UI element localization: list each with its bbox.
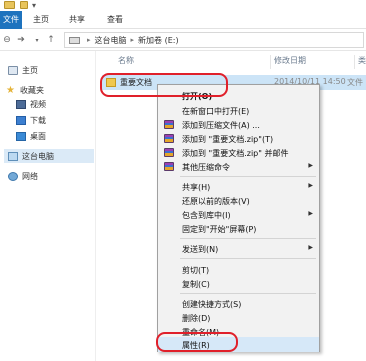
archive-icon xyxy=(164,134,174,143)
quick-access-dropdown-icon[interactable]: ▾ xyxy=(32,0,36,10)
context-menu: 打开(O) 在新窗口中打开(E) 添加到压缩文件(A) ... 添加到 "重要文… xyxy=(157,84,320,352)
menu-item-label: 固定到"开始"屏幕(P) xyxy=(182,225,257,234)
column-divider[interactable] xyxy=(354,55,355,69)
download-icon xyxy=(16,115,26,125)
menu-item-label: 包含到库中(I) xyxy=(182,211,231,220)
desktop-icon xyxy=(16,131,26,141)
menu-item-create-shortcut[interactable]: 创建快捷方式(S) xyxy=(158,296,319,311)
menu-item-label: 共享(H) xyxy=(182,183,211,192)
menu-separator xyxy=(180,258,316,259)
network-icon xyxy=(8,171,18,181)
column-divider[interactable] xyxy=(270,55,271,69)
nav-item-label: 下载 xyxy=(30,115,46,125)
archive-icon xyxy=(164,162,174,171)
nav-item-videos[interactable]: 视频 xyxy=(16,97,46,111)
address-bar[interactable]: ▸ 这台电脑 ▸ 新加卷 (E:) xyxy=(64,32,364,48)
menu-separator xyxy=(180,176,316,177)
ribbon: 文件 主页 共享 查看 xyxy=(0,11,366,29)
column-header-type[interactable]: 类型 xyxy=(358,51,366,85)
menu-item-open-new-window[interactable]: 在新窗口中打开(E) xyxy=(158,103,319,118)
recent-locations-icon[interactable]: ▾ xyxy=(30,33,44,47)
nav-item-label: 桌面 xyxy=(30,131,46,141)
menu-item-label: 复制(C) xyxy=(182,280,210,289)
tab-share[interactable]: 共享 xyxy=(64,11,90,29)
nav-item-label: 这台电脑 xyxy=(22,151,54,161)
menu-item-label: 删除(D) xyxy=(182,314,211,323)
menu-item-add-to-zip[interactable]: 添加到 "重要文档.zip"(T) xyxy=(158,131,319,146)
breadcrumb-separator: ▸ xyxy=(130,36,135,44)
breadcrumb-this-pc[interactable]: 这台电脑 xyxy=(95,35,127,46)
file-type: 文件 xyxy=(347,78,363,87)
video-icon xyxy=(16,99,26,109)
computer-icon xyxy=(69,36,80,44)
menu-item-copy[interactable]: 复制(C) xyxy=(158,276,319,291)
quick-access-icon[interactable] xyxy=(20,1,28,9)
nav-item-downloads[interactable]: 下载 xyxy=(16,113,46,127)
nav-item-favorites[interactable]: ★ 收藏夹 xyxy=(6,83,44,97)
tab-file[interactable]: 文件 xyxy=(0,11,22,29)
breadcrumb-drive-e[interactable]: 新加卷 (E:) xyxy=(138,35,179,46)
submenu-arrow-icon: ▶ xyxy=(308,182,313,189)
tab-view[interactable]: 查看 xyxy=(102,11,128,29)
menu-item-label: 发送到(N) xyxy=(182,245,219,254)
menu-item-label: 其他压缩命令 xyxy=(182,163,230,172)
menu-item-more-compression[interactable]: 其他压缩命令 ▶ xyxy=(158,159,319,174)
menu-item-label: 添加到压缩文件(A) ... xyxy=(182,121,260,130)
submenu-arrow-icon: ▶ xyxy=(308,162,313,169)
menu-item-restore-versions[interactable]: 还原以前的版本(V) xyxy=(158,193,319,208)
star-icon: ★ xyxy=(6,84,15,96)
menu-item-delete[interactable]: 删除(D) xyxy=(158,310,319,325)
menu-item-pin-to-start[interactable]: 固定到"开始"屏幕(P) xyxy=(158,221,319,236)
nav-item-network[interactable]: 网络 xyxy=(8,169,38,183)
annotation-circle-properties xyxy=(156,332,238,352)
submenu-arrow-icon: ▶ xyxy=(308,244,313,251)
home-icon xyxy=(8,65,18,75)
forward-button[interactable]: ➔ xyxy=(14,33,28,47)
nav-item-label: 收藏夹 xyxy=(20,85,44,95)
back-button[interactable]: ⊖ xyxy=(0,33,14,47)
menu-item-include-in-library[interactable]: 包含到库中(I) ▶ xyxy=(158,207,319,222)
breadcrumb-separator: ▸ xyxy=(87,36,91,44)
menu-item-label: 添加到 "重要文档.zip"(T) xyxy=(182,135,274,144)
tab-home[interactable]: 主页 xyxy=(28,11,54,29)
nav-item-this-pc[interactable]: 这台电脑 xyxy=(4,149,94,163)
nav-item-home[interactable]: 主页 xyxy=(8,63,38,77)
menu-item-label: 剪切(T) xyxy=(182,266,210,275)
menu-item-cut[interactable]: 剪切(T) xyxy=(158,262,319,277)
nav-item-label: 视频 xyxy=(30,99,46,109)
column-header-name[interactable]: 名称 xyxy=(118,51,134,71)
nav-item-label: 网络 xyxy=(22,171,38,181)
menu-separator xyxy=(180,293,316,294)
submenu-arrow-icon: ▶ xyxy=(308,210,313,217)
menu-separator xyxy=(180,238,316,239)
nav-item-label: 主页 xyxy=(22,65,38,75)
menu-item-label: 在新窗口中打开(E) xyxy=(182,107,250,116)
archive-icon xyxy=(164,148,174,157)
menu-item-share[interactable]: 共享(H) ▶ xyxy=(158,179,319,194)
up-button[interactable]: ↑ xyxy=(44,33,58,47)
folder-icon xyxy=(4,1,15,9)
annotation-circle-file xyxy=(100,73,228,97)
address-row: ⊖ ➔ ▾ ↑ ▸ 这台电脑 ▸ 新加卷 (E:) xyxy=(0,29,366,51)
column-header-date[interactable]: 修改日期 xyxy=(274,51,306,71)
menu-item-label: 创建快捷方式(S) xyxy=(182,300,242,309)
menu-item-add-to-zip-email[interactable]: 添加到 "重要文档.zip" 并邮件 xyxy=(158,145,319,160)
menu-item-send-to[interactable]: 发送到(N) ▶ xyxy=(158,241,319,256)
archive-icon xyxy=(164,120,174,129)
menu-item-add-to-archive[interactable]: 添加到压缩文件(A) ... xyxy=(158,117,319,132)
menu-item-label: 还原以前的版本(V) xyxy=(182,197,250,206)
computer-icon xyxy=(8,151,18,161)
title-bar: ▾ xyxy=(0,0,366,11)
navigation-pane: 主页 ★ 收藏夹 视频 下载 桌面 这台电脑 网络 xyxy=(0,51,96,361)
menu-item-label: 添加到 "重要文档.zip" 并邮件 xyxy=(182,149,289,158)
nav-item-desktop[interactable]: 桌面 xyxy=(16,129,46,143)
